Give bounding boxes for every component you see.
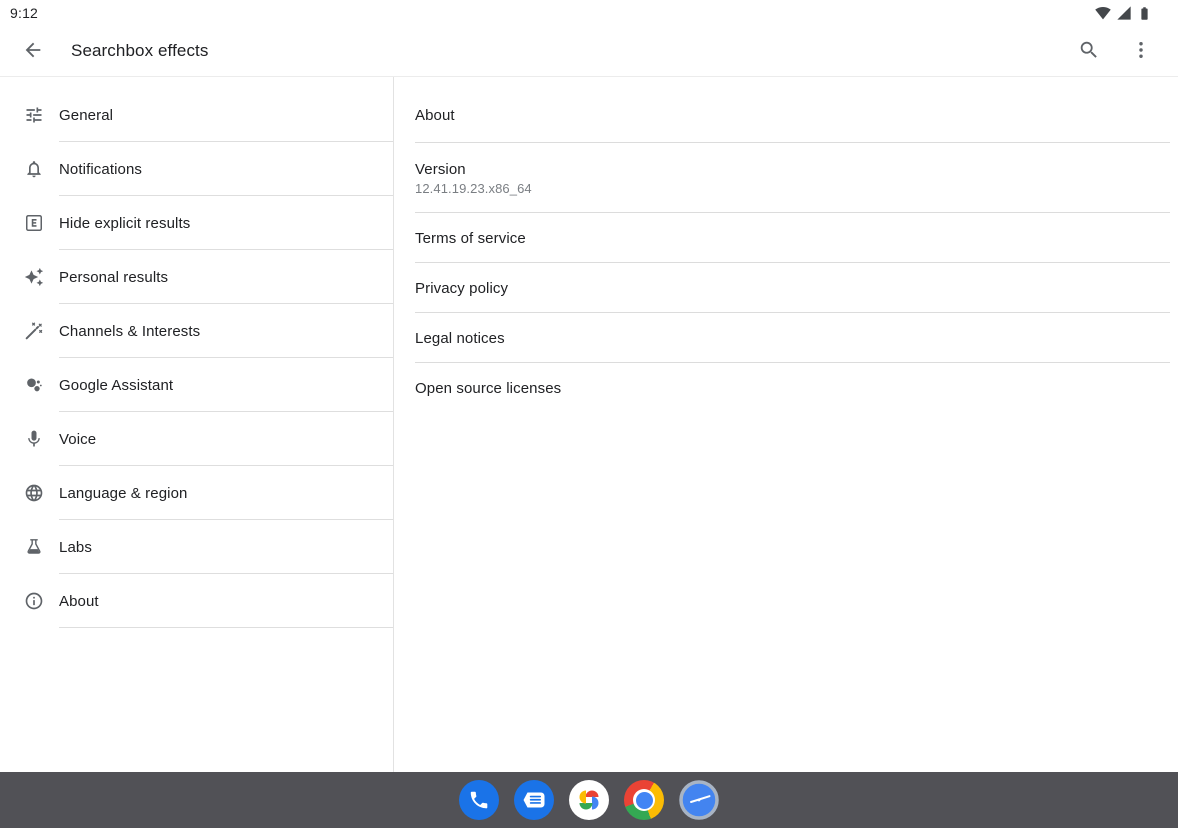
sidebar-item-google-assistant[interactable]: Google Assistant xyxy=(0,358,393,412)
list-item-version[interactable]: Version 12.41.19.23.x86_64 xyxy=(394,143,1178,213)
messages-app-icon[interactable] xyxy=(514,780,554,820)
magic-wand-icon xyxy=(24,321,44,341)
overflow-menu-button[interactable] xyxy=(1121,31,1161,71)
sidebar-item-label: Hide explicit results xyxy=(59,215,190,232)
settings-nav: General Notifications Hide explicit resu… xyxy=(0,77,394,772)
list-item-terms-of-service[interactable]: Terms of service xyxy=(394,213,1178,263)
sidebar-item-label: General xyxy=(59,107,113,124)
flask-icon xyxy=(24,537,44,557)
photos-app-icon[interactable] xyxy=(569,780,609,820)
arrow-back-icon xyxy=(22,39,44,64)
sidebar-item-label: Personal results xyxy=(59,269,168,286)
about-panel: About Version 12.41.19.23.x86_64 Terms o… xyxy=(394,77,1178,772)
sidebar-item-label: Google Assistant xyxy=(59,377,173,394)
sidebar-item-voice[interactable]: Voice xyxy=(0,412,393,466)
status-time: 9:12 xyxy=(10,5,38,21)
dock xyxy=(0,772,1178,828)
sidebar-item-notifications[interactable]: Notifications xyxy=(0,142,393,196)
tune-icon xyxy=(24,105,44,125)
sidebar-item-about[interactable]: About xyxy=(0,574,393,628)
toolbar-actions xyxy=(1069,31,1161,71)
page-title: Searchbox effects xyxy=(71,41,1069,61)
sidebar-item-hide-explicit-results[interactable]: Hide explicit results xyxy=(0,196,393,250)
list-item-open-source-licenses[interactable]: Open source licenses xyxy=(394,363,1178,413)
settings-body: General Notifications Hide explicit resu… xyxy=(0,77,1178,772)
sidebar-item-label: Language & region xyxy=(59,485,187,502)
sidebar-item-label: About xyxy=(59,593,99,610)
search-icon xyxy=(1078,39,1100,64)
battery-icon xyxy=(1137,6,1152,21)
bell-icon xyxy=(24,159,44,179)
search-button[interactable] xyxy=(1069,31,1109,71)
globe-icon xyxy=(24,483,44,503)
sidebar-item-label: Voice xyxy=(59,431,96,448)
info-icon xyxy=(24,591,44,611)
assistant-icon xyxy=(24,375,44,395)
list-item-privacy-policy[interactable]: Privacy policy xyxy=(394,263,1178,313)
status-icons xyxy=(1095,5,1152,21)
chrome-app-icon[interactable] xyxy=(624,780,664,820)
status-bar: 9:12 xyxy=(0,0,1178,26)
list-item-legal-notices[interactable]: Legal notices xyxy=(394,313,1178,363)
sidebar-item-label: Notifications xyxy=(59,161,142,178)
version-value: 12.41.19.23.x86_64 xyxy=(415,181,1178,196)
explicit-icon xyxy=(24,213,44,233)
sidebar-item-label: Channels & Interests xyxy=(59,323,200,340)
wifi-icon xyxy=(1095,5,1111,21)
phone-app-icon[interactable] xyxy=(459,780,499,820)
clock-app-icon[interactable] xyxy=(679,780,719,820)
sidebar-item-channels-interests[interactable]: Channels & Interests xyxy=(0,304,393,358)
app-bar: Searchbox effects xyxy=(0,26,1178,77)
microphone-icon xyxy=(24,429,44,449)
sidebar-item-labs[interactable]: Labs xyxy=(0,520,393,574)
sidebar-item-general[interactable]: General xyxy=(0,88,393,142)
sidebar-item-language-region[interactable]: Language & region xyxy=(0,466,393,520)
back-button[interactable] xyxy=(13,31,53,71)
screen: 9:12 Searchbox effects xyxy=(0,0,1178,828)
sparkles-icon xyxy=(24,267,44,287)
sidebar-item-label: Labs xyxy=(59,539,92,556)
list-item-about-header[interactable]: About xyxy=(394,88,1178,143)
more-vert-icon xyxy=(1130,39,1152,64)
cellular-signal-icon xyxy=(1116,5,1132,21)
sidebar-item-personal-results[interactable]: Personal results xyxy=(0,250,393,304)
